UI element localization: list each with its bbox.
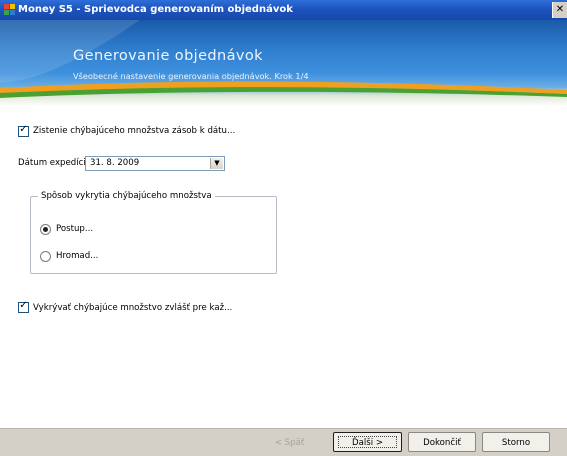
coverage-method-title: Spôsob vykrytia chýbajúceho množstva <box>38 191 215 201</box>
checkmark-icon: ✓ <box>19 124 28 135</box>
check-missing-checkbox[interactable]: ✓ <box>18 124 29 137</box>
dropdown-arrow-icon[interactable]: ▼ <box>210 158 223 169</box>
money-app-icon <box>4 4 15 15</box>
check-missing-label: Zistenie chýbajúceho množstva zásob k dá… <box>33 126 236 136</box>
close-icon: ✕ <box>555 4 565 15</box>
radio-postup-label: Postup... <box>56 224 94 234</box>
radio-postup[interactable] <box>40 224 51 235</box>
wizard-heading: Generovanie objednávok <box>73 48 263 64</box>
wizard-footer: < Späť Ďalši > Dokončiť Storno <box>0 428 567 456</box>
finish-button[interactable]: Dokončiť <box>408 432 476 452</box>
radio-hromad[interactable] <box>40 251 51 262</box>
cancel-button[interactable]: Storno <box>482 432 550 452</box>
date-label: Dátum expedície <box>18 158 92 168</box>
cover-separately-label: Vykrývať chýbajúce množstvo zvlášť pre k… <box>33 303 233 313</box>
title-bar: Money S5 - Sprievodca generovaním objedn… <box>0 0 567 20</box>
wizard-subheading: Všeobecné nastavenie generovania objedná… <box>73 71 309 81</box>
close-button[interactable]: ✕ <box>552 2 567 18</box>
radio-hromad-label: Hromad... <box>56 251 99 261</box>
window-title: Money S5 - Sprievodca generovaním objedn… <box>18 4 293 15</box>
next-button[interactable]: Ďalši > <box>333 432 402 452</box>
date-value: 31. 8. 2009 <box>90 158 140 168</box>
wizard-content: ✓ Zistenie chýbajúceho množstva zásob k … <box>0 106 567 428</box>
next-button-label: Ďalši > <box>338 436 397 448</box>
wizard-banner: Generovanie objednávok Všeobecné nastave… <box>0 20 567 106</box>
coverage-method-group <box>30 196 277 274</box>
date-picker[interactable]: 31. 8. 2009 ▼ <box>85 156 225 171</box>
back-button[interactable]: < Späť <box>253 432 326 452</box>
checkmark-icon: ✓ <box>19 300 28 311</box>
cover-separately-checkbox[interactable]: ✓ <box>18 300 29 313</box>
